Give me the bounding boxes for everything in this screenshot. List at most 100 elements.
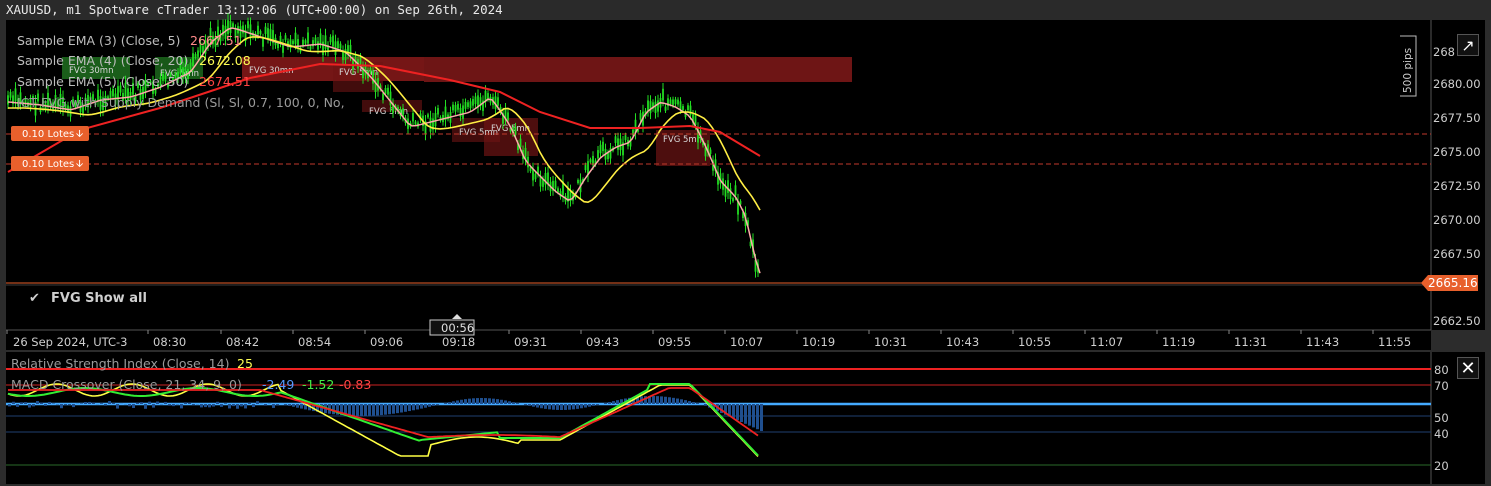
sub-tick: 70: [1434, 379, 1449, 393]
macd-bar: [744, 404, 747, 424]
macd-bar: [64, 404, 67, 406]
time-tick: 10:31: [874, 335, 907, 349]
order-label-1[interactable]: 0.10 Lotes 🡫: [11, 126, 89, 141]
macd-bar: [664, 396, 667, 404]
macd-bar: [568, 404, 571, 410]
time-tick: 09:18: [442, 335, 475, 349]
macd-bar: [188, 402, 191, 404]
time-tick: 09:31: [514, 335, 547, 349]
checkmark-icon: ✔: [29, 291, 40, 306]
price-tick: 2667.50: [1433, 247, 1481, 261]
macd-bar: [548, 404, 551, 410]
time-tick: 10:43: [946, 335, 979, 349]
macd-bar: [456, 400, 459, 404]
macd-bar: [380, 404, 383, 416]
rsi-value: 25: [237, 356, 253, 371]
macd-bar: [684, 400, 687, 404]
macd-bar: [760, 404, 763, 431]
macd-bar: [156, 401, 159, 404]
macd-bar: [200, 404, 203, 408]
time-tick: 10:55: [1018, 335, 1051, 349]
time-tick: 11:19: [1162, 335, 1195, 349]
price-tick: 2680.00: [1433, 77, 1481, 91]
macd-bar: [20, 402, 23, 404]
price-tick: 2675.00: [1433, 145, 1481, 159]
macd-bar: [144, 404, 147, 409]
pips-label: 500 pips: [1402, 48, 1414, 93]
macd-bar: [60, 404, 63, 409]
macd-bar: [484, 398, 487, 404]
macd-bar: [400, 404, 403, 413]
close-icon[interactable]: ✕: [1457, 357, 1479, 379]
time-tick: 11:55: [1378, 335, 1411, 349]
macd-bar: [228, 404, 231, 409]
macd-bar: [460, 399, 463, 404]
time-tick: 08:42: [226, 335, 259, 349]
macd-bar: [604, 402, 607, 404]
macd-bar: [372, 404, 375, 416]
macd-bar: [448, 402, 451, 404]
macd-bar: [172, 404, 175, 407]
macd-bar: [452, 401, 455, 404]
macd-bar: [488, 398, 491, 404]
macd-bar: [576, 404, 579, 409]
macd-bar: [496, 399, 499, 404]
macd-bar: [72, 404, 75, 408]
macd-bar: [152, 404, 155, 408]
macd-bar: [500, 399, 503, 404]
macd-bar: [476, 398, 479, 404]
macd-bar: [692, 402, 695, 404]
macd-bar: [524, 404, 527, 405]
price-tick: 2662.50: [1433, 314, 1481, 328]
current-price-tag: 2665.16: [1421, 275, 1478, 291]
macd-bar: [564, 404, 567, 410]
order-label-2-text: 0.10 Lotes: [22, 159, 74, 170]
macd-bar: [748, 404, 751, 426]
macd-bar: [332, 404, 335, 415]
time-tick: 11:43: [1306, 335, 1339, 349]
macd-bar: [116, 404, 119, 409]
macd-bar: [220, 404, 223, 407]
macd-bar: [532, 404, 535, 407]
macd-bar: [588, 404, 591, 407]
macd-bar: [272, 404, 275, 408]
macd-bar: [216, 401, 219, 404]
macd-bar: [204, 404, 207, 408]
macd-bar: [244, 404, 247, 409]
macd-bar: [468, 398, 471, 404]
macd-bar: [12, 401, 15, 404]
legend-ema50-value: 2674.51: [199, 74, 251, 89]
legend-fvg-label: ICT FVG with Supply Demand (Sl, Sl, 0.7,…: [17, 95, 345, 110]
sub-tick: 20: [1434, 459, 1449, 473]
macd-bar: [232, 404, 235, 407]
macd-bar: [416, 404, 419, 410]
macd-bar: [396, 404, 399, 414]
macd-bar: [84, 401, 87, 404]
macd-bar: [240, 404, 243, 407]
macd-bar: [668, 397, 671, 404]
macd-value-1: -2.49: [262, 377, 294, 392]
macd-bar: [660, 396, 663, 404]
macd-bar: [132, 404, 135, 408]
macd-bar: [736, 404, 739, 421]
sub-tick: 40: [1434, 427, 1449, 441]
macd-bar: [464, 399, 467, 404]
chart-area[interactable]: FVG 30mn FVG 5mn FVG 30mn FVG 5mnFVG 5mnFVG…: [0, 0, 1491, 486]
macd-bar: [140, 402, 143, 404]
time-tick: 10:07: [730, 335, 763, 349]
order-label-2[interactable]: 0.10 Lotes 🡫: [11, 156, 89, 171]
macd-bar: [556, 404, 559, 410]
macd-bar: [420, 404, 423, 409]
macd-bar: [504, 400, 507, 404]
time-tick: 09:55: [658, 335, 691, 349]
macd-bar: [656, 396, 659, 404]
fvg-label: FVG 5mn: [663, 135, 702, 145]
macd-bar: [164, 401, 167, 404]
macd-bar: [612, 401, 615, 404]
expand-icon[interactable]: ↗: [1457, 34, 1479, 56]
macd-bar: [412, 404, 415, 411]
macd-bar: [696, 402, 699, 404]
macd-bar: [100, 403, 103, 404]
macd-bar: [544, 404, 547, 409]
macd-bar: [616, 400, 619, 404]
